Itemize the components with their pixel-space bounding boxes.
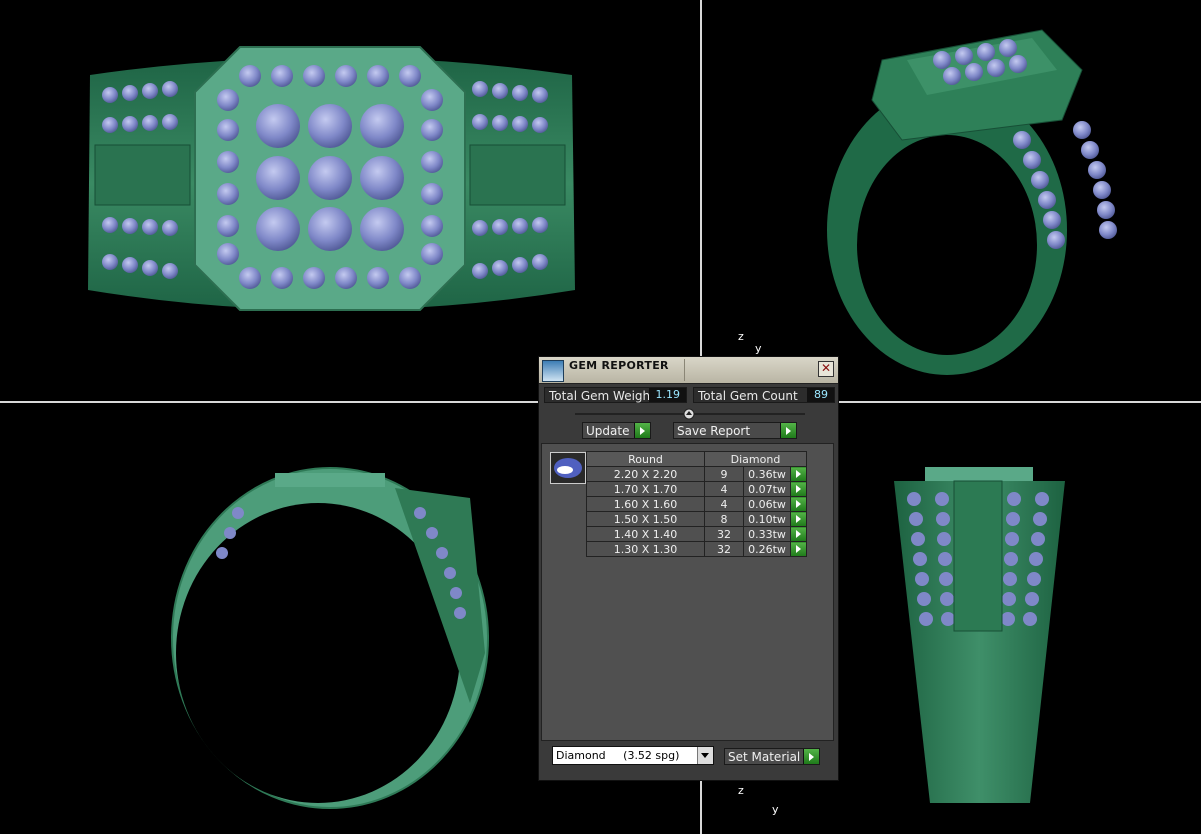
gem-size: 1.60 X 1.60 xyxy=(586,496,705,512)
arrow-right-icon[interactable] xyxy=(790,526,807,542)
gem-weight: 0.36tw xyxy=(743,466,791,482)
ring-perspective-view xyxy=(827,29,1117,375)
arrow-right-icon[interactable] xyxy=(790,466,807,482)
axis-y-label-bottom: y xyxy=(772,803,779,816)
ring-top-view xyxy=(88,46,575,311)
arrow-right-icon xyxy=(634,423,650,438)
dropdown-arrow-icon[interactable] xyxy=(697,747,713,764)
table-row[interactable]: 2.20 X 2.20 9 0.36tw xyxy=(586,466,807,482)
total-gem-count-value: 89 xyxy=(807,388,834,402)
arrow-right-icon xyxy=(780,423,796,438)
total-gem-weight-label: Total Gem Weight xyxy=(549,389,655,403)
arrow-right-icon xyxy=(803,749,819,764)
gem-size: 1.50 X 1.50 xyxy=(586,511,705,527)
gem-count: 32 xyxy=(704,526,744,542)
total-gem-count-label: Total Gem Count xyxy=(698,389,798,403)
gem-size: 1.70 X 1.70 xyxy=(586,481,705,497)
gem-reporter-panel: GEM REPORTER ✕ Total Gem Weight 1.19 Tot… xyxy=(538,356,839,781)
table-row[interactable]: 1.50 X 1.50 8 0.10tw xyxy=(586,511,807,527)
axis-z-label-top: z xyxy=(738,330,744,343)
gem-count: 32 xyxy=(704,541,744,557)
gem-weight: 0.33tw xyxy=(743,526,791,542)
update-button[interactable]: Update xyxy=(582,422,651,439)
gem-weight: 0.26tw xyxy=(743,541,791,557)
gem-weight: 0.06tw xyxy=(743,496,791,512)
arrow-right-icon[interactable] xyxy=(790,511,807,527)
titlebar-divider xyxy=(684,359,685,381)
gem-count: 4 xyxy=(704,481,744,497)
table-row[interactable]: 1.60 X 1.60 4 0.06tw xyxy=(586,496,807,512)
arrow-right-icon[interactable] xyxy=(790,496,807,512)
close-icon[interactable]: ✕ xyxy=(818,361,834,377)
table-row[interactable]: 1.30 X 1.30 32 0.26tw xyxy=(586,541,807,557)
save-report-button-label: Save Report xyxy=(677,424,751,438)
save-report-button[interactable]: Save Report xyxy=(673,422,797,439)
arrow-right-icon[interactable] xyxy=(790,541,807,557)
gem-size: 1.30 X 1.30 xyxy=(586,541,705,557)
total-gem-count-field: Total Gem Count 89 xyxy=(693,387,835,403)
arrow-right-icon[interactable] xyxy=(790,481,807,497)
material-select[interactable]: Diamond (3.52 spg) xyxy=(552,746,714,765)
set-material-button-label: Set Material xyxy=(728,750,801,764)
gem-reporter-icon xyxy=(542,360,564,382)
round-gem-icon[interactable] xyxy=(550,452,586,484)
gem-size: 2.20 X 2.20 xyxy=(586,466,705,482)
panel-resize-slider[interactable] xyxy=(575,407,805,421)
table-row[interactable]: 1.70 X 1.70 4 0.07tw xyxy=(586,481,807,497)
gem-list-area: Round Diamond 2.20 X 2.20 9 0.36tw 1.70 … xyxy=(541,443,834,741)
viewport-perspective[interactable] xyxy=(702,0,1201,401)
gem-weight: 0.07tw xyxy=(743,481,791,497)
gem-count: 9 xyxy=(704,466,744,482)
set-material-button[interactable]: Set Material xyxy=(724,748,820,765)
viewport-top[interactable] xyxy=(0,0,700,401)
total-gem-weight-field: Total Gem Weight 1.19 xyxy=(544,387,687,403)
panel-title: GEM REPORTER xyxy=(569,359,669,372)
gem-reporter-titlebar[interactable]: GEM REPORTER ✕ xyxy=(539,357,838,384)
gem-count: 8 xyxy=(704,511,744,527)
col-shape-header: Round xyxy=(586,451,705,467)
update-button-label: Update xyxy=(586,424,630,438)
material-select-value: Diamond (3.52 spg) xyxy=(556,749,680,762)
col-material-header: Diamond xyxy=(704,451,807,467)
axis-z-label-bottom: z xyxy=(738,784,744,797)
gem-size: 1.40 X 1.40 xyxy=(586,526,705,542)
gem-count: 4 xyxy=(704,496,744,512)
gem-weight: 0.10tw xyxy=(743,511,791,527)
total-gem-weight-value: 1.19 xyxy=(648,388,686,402)
axis-y-label-top: y xyxy=(755,342,762,355)
table-row[interactable]: 1.40 X 1.40 32 0.33tw xyxy=(586,526,807,542)
gem-table: Round Diamond 2.20 X 2.20 9 0.36tw 1.70 … xyxy=(586,451,807,557)
